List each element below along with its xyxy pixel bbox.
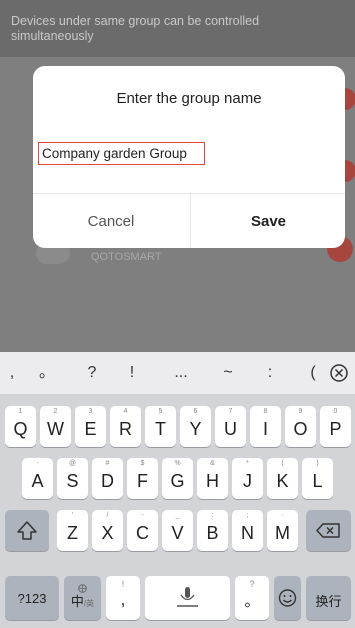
lang-sub-label: /英 (83, 599, 95, 608)
group-hint-text: Devices under same group can be controll… (11, 14, 260, 43)
group-name-dialog: Enter the group name Cancel Save (33, 66, 345, 248)
language-switch-key[interactable]: 中/英 (64, 576, 101, 620)
emoji-icon (274, 576, 301, 620)
key-s[interactable]: @ S (57, 458, 88, 499)
dialog-button-row: Cancel Save (33, 193, 345, 248)
backspace-key[interactable] (306, 510, 351, 551)
key-p[interactable]: 0P (320, 406, 351, 447)
key-k[interactable]: (K (267, 458, 298, 499)
symbol-key[interactable]: ~ (216, 352, 240, 394)
symbol-key[interactable]: ... (169, 352, 193, 394)
key-y[interactable]: 6Y (180, 406, 211, 447)
comma-key[interactable]: !, (106, 576, 140, 620)
key-m[interactable]: · M (267, 510, 298, 551)
key-c[interactable]: -C (127, 510, 158, 551)
key-i[interactable]: 8I (250, 406, 281, 447)
key-w[interactable]: 2W (40, 406, 71, 447)
lang-main-label: 中 (70, 594, 84, 609)
key-n[interactable]: ; N (232, 510, 263, 551)
key-a[interactable]: -A (22, 458, 53, 499)
key-l[interactable]: ) L (302, 458, 333, 499)
key-g[interactable]: % G (162, 458, 193, 499)
key-u[interactable]: 7U (215, 406, 246, 447)
key-z[interactable]: ' Z (57, 510, 88, 551)
emoji-key[interactable] (274, 576, 301, 620)
key-b[interactable]: :B (197, 510, 228, 551)
microphone-icon (145, 576, 230, 620)
key-v[interactable]: _ V (162, 510, 193, 551)
symbol-key[interactable]: : (258, 352, 282, 394)
save-button[interactable]: Save (190, 194, 345, 248)
shift-key[interactable] (5, 510, 49, 551)
key-f[interactable]: $ F (127, 458, 158, 499)
group-name-input[interactable] (38, 142, 205, 165)
enter-key[interactable]: 换行 (306, 576, 351, 620)
symbol-key[interactable]: ( (301, 352, 325, 394)
key-h[interactable]: & H (197, 458, 228, 499)
soft-keyboard: , 。 ? ! ... ~ : ( 1Q 2W 3E 4R 5T 6Y 7U 8… (0, 352, 355, 628)
key-j[interactable]: * J (232, 458, 263, 499)
delete-circle-icon[interactable] (328, 352, 350, 394)
period-key[interactable]: ?。 (235, 576, 269, 620)
key-e[interactable]: 3E (75, 406, 106, 447)
shift-icon (5, 510, 49, 551)
key-q[interactable]: 1Q (5, 406, 36, 447)
dialog-title: Enter the group name (116, 90, 262, 107)
symbol-suggestion-row: , 。 ? ! ... ~ : ( (0, 352, 355, 394)
key-x[interactable]: / X (92, 510, 123, 551)
key-r[interactable]: 4R (110, 406, 141, 447)
hint-bar: Devices under same group can be controll… (0, 0, 355, 57)
background-device-label: QOTOSMART (91, 251, 162, 263)
numbers-key[interactable]: ?123 (5, 576, 59, 620)
backspace-icon (306, 510, 351, 551)
key-d[interactable]: # D (92, 458, 123, 499)
symbol-key[interactable]: ! (120, 352, 144, 394)
space-key[interactable] (145, 576, 230, 620)
key-t[interactable]: 5T (145, 406, 176, 447)
symbol-key[interactable]: 。 (35, 352, 59, 394)
cancel-button[interactable]: Cancel (33, 194, 189, 248)
symbol-key[interactable]: , (0, 352, 24, 394)
symbol-key[interactable]: ? (80, 352, 104, 394)
key-o[interactable]: 9O (285, 406, 316, 447)
